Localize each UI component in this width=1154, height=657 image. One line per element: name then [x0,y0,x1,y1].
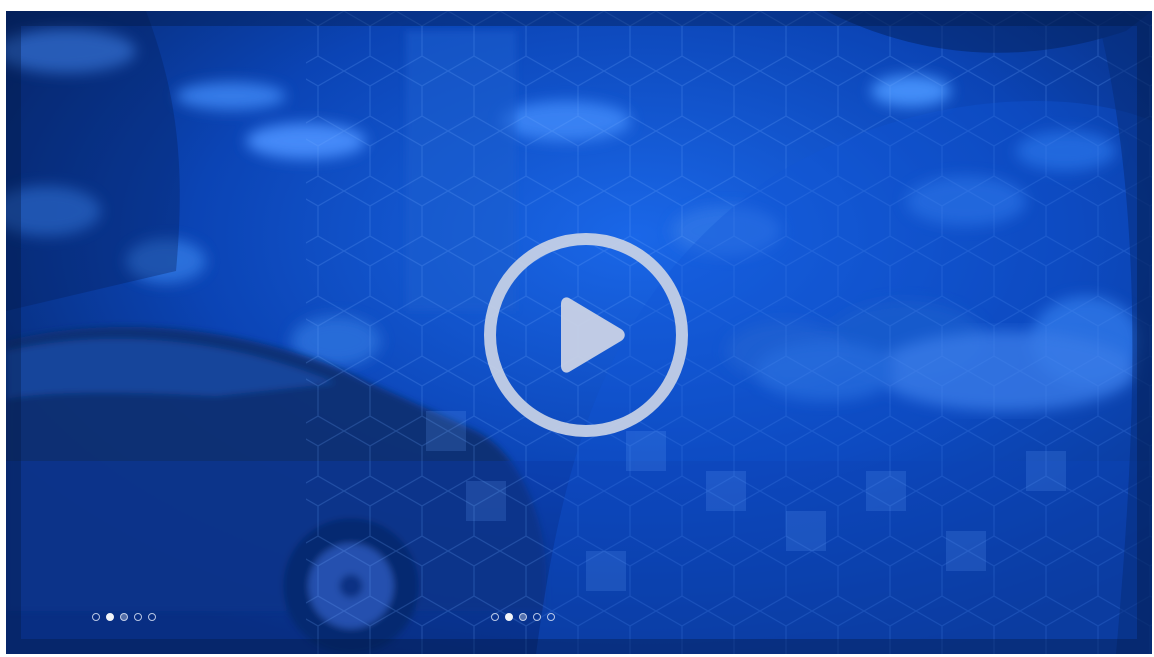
video-player[interactable] [6,11,1152,654]
carousel-dot-4[interactable] [533,613,541,621]
carousel-dot-2[interactable] [106,613,114,621]
carousel-dot-1[interactable] [92,613,100,621]
carousel-dot-4[interactable] [134,613,142,621]
carousel-dot-3[interactable] [120,613,128,621]
carousel-dot-1[interactable] [491,613,499,621]
carousel-indicators [92,613,156,621]
carousel-dot-3[interactable] [519,613,527,621]
carousel-dot-5[interactable] [148,613,156,621]
carousel-indicators [491,613,555,621]
play-circle-icon [484,233,688,437]
carousel-dot-2[interactable] [505,613,513,621]
play-button[interactable] [481,230,691,440]
carousel-dot-5[interactable] [547,613,555,621]
